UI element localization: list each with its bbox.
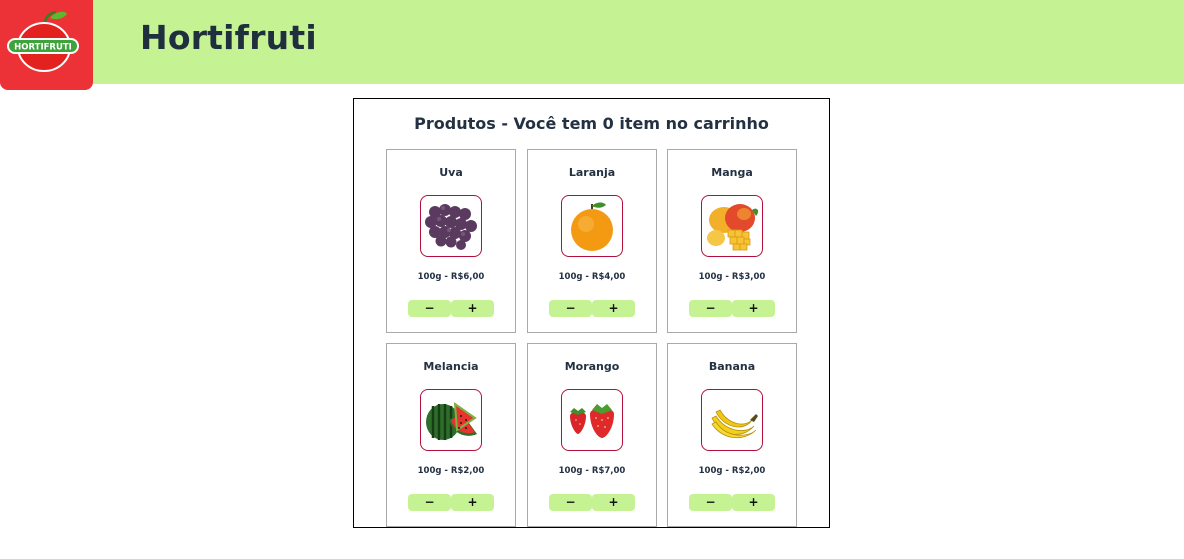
product-image	[420, 195, 482, 257]
product-price: 100g - R$4,00	[558, 272, 626, 282]
product-price: 100g - R$2,00	[417, 466, 485, 476]
product-name: Banana	[708, 360, 756, 373]
remove-item-button[interactable]: −	[408, 300, 451, 317]
add-item-button[interactable]: +	[732, 494, 775, 511]
product-image	[561, 195, 623, 257]
panel-title: Produtos - Você tem 0 item no carrinho	[414, 114, 769, 133]
product-image	[701, 389, 763, 451]
apple-logo-icon: HORTIFRUTI	[7, 10, 79, 72]
remove-item-button[interactable]: −	[408, 494, 451, 511]
add-item-button[interactable]: +	[592, 494, 635, 511]
grapes-image-icon	[425, 204, 477, 250]
product-name: Laranja	[568, 166, 616, 179]
products-panel: Produtos - Você tem 0 item no carrinho U…	[353, 98, 830, 528]
product-image	[701, 195, 763, 257]
header-bar: HORTIFRUTI Hortifruti	[0, 0, 1184, 90]
product-card-morango: Morango 100g - R$7,00 − +	[527, 343, 657, 527]
remove-item-button[interactable]: −	[689, 300, 732, 317]
logo-text: HORTIFRUTI	[14, 43, 72, 53]
remove-item-button[interactable]: −	[689, 494, 732, 511]
site-title: Hortifruti	[140, 18, 317, 57]
product-name: Melancia	[423, 360, 479, 373]
product-image	[561, 389, 623, 451]
add-item-button[interactable]: +	[451, 494, 494, 511]
product-card-manga: Manga 100g - R$3,00 − +	[667, 149, 797, 333]
product-image	[420, 389, 482, 451]
watermelon-image-icon	[426, 401, 477, 440]
add-item-button[interactable]: +	[732, 300, 775, 317]
product-card-uva: Uva 100g - R$6,00 − +	[386, 149, 516, 333]
product-price: 100g - R$7,00	[558, 466, 626, 476]
add-item-button[interactable]: +	[592, 300, 635, 317]
add-item-button[interactable]: +	[451, 300, 494, 317]
mango-image-icon	[707, 204, 759, 251]
banana-image-icon	[711, 409, 758, 438]
product-name: Uva	[439, 166, 463, 179]
product-price: 100g - R$6,00	[417, 272, 485, 282]
product-card-banana: Banana 100g - R$2,00 − +	[667, 343, 797, 527]
product-card-laranja: Laranja 100g - R$4,00 − +	[527, 149, 657, 333]
hortifruti-logo[interactable]: HORTIFRUTI	[0, 0, 93, 90]
remove-item-button[interactable]: −	[549, 494, 592, 511]
product-name: Morango	[564, 360, 620, 373]
product-name: Manga	[711, 166, 753, 179]
strawberry-image-icon	[570, 404, 614, 438]
orange-image-icon	[571, 202, 613, 251]
product-price: 100g - R$3,00	[698, 272, 766, 282]
remove-item-button[interactable]: −	[549, 300, 592, 317]
product-card-melancia: Melancia 100g - R$2,00 − +	[386, 343, 516, 527]
product-price: 100g - R$2,00	[698, 466, 766, 476]
